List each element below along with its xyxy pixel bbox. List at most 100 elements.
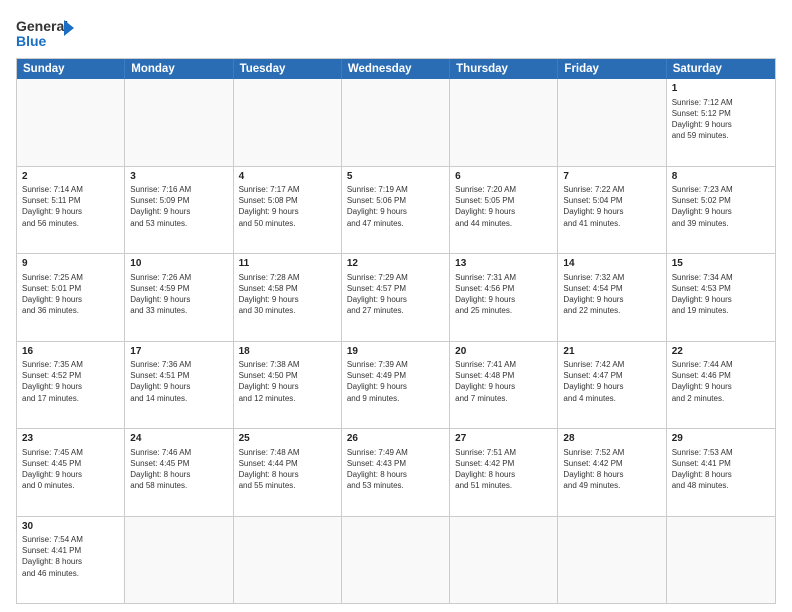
calendar-cell: 8Sunrise: 7:23 AM Sunset: 5:02 PM Daylig… <box>667 167 775 254</box>
day-info: Sunrise: 7:16 AM Sunset: 5:09 PM Dayligh… <box>130 184 227 229</box>
day-info: Sunrise: 7:23 AM Sunset: 5:02 PM Dayligh… <box>672 184 770 229</box>
calendar-cell <box>450 79 558 166</box>
day-number: 4 <box>239 170 336 184</box>
day-info: Sunrise: 7:49 AM Sunset: 4:43 PM Dayligh… <box>347 447 444 492</box>
calendar-cell: 19Sunrise: 7:39 AM Sunset: 4:49 PM Dayli… <box>342 342 450 429</box>
calendar-cell: 15Sunrise: 7:34 AM Sunset: 4:53 PM Dayli… <box>667 254 775 341</box>
calendar-row-3: 16Sunrise: 7:35 AM Sunset: 4:52 PM Dayli… <box>17 341 775 429</box>
calendar-cell: 22Sunrise: 7:44 AM Sunset: 4:46 PM Dayli… <box>667 342 775 429</box>
day-number: 19 <box>347 345 444 359</box>
calendar-header: SundayMondayTuesdayWednesdayThursdayFrid… <box>17 59 775 79</box>
day-info: Sunrise: 7:39 AM Sunset: 4:49 PM Dayligh… <box>347 359 444 404</box>
day-number: 29 <box>672 432 770 446</box>
day-info: Sunrise: 7:46 AM Sunset: 4:45 PM Dayligh… <box>130 447 227 492</box>
day-info: Sunrise: 7:41 AM Sunset: 4:48 PM Dayligh… <box>455 359 552 404</box>
calendar-cell: 16Sunrise: 7:35 AM Sunset: 4:52 PM Dayli… <box>17 342 125 429</box>
weekday-header-wednesday: Wednesday <box>342 59 450 79</box>
calendar-row-2: 9Sunrise: 7:25 AM Sunset: 5:01 PM Daylig… <box>17 253 775 341</box>
calendar-cell: 24Sunrise: 7:46 AM Sunset: 4:45 PM Dayli… <box>125 429 233 516</box>
day-info: Sunrise: 7:20 AM Sunset: 5:05 PM Dayligh… <box>455 184 552 229</box>
day-info: Sunrise: 7:35 AM Sunset: 4:52 PM Dayligh… <box>22 359 119 404</box>
calendar-cell <box>450 517 558 604</box>
calendar-cell: 10Sunrise: 7:26 AM Sunset: 4:59 PM Dayli… <box>125 254 233 341</box>
day-info: Sunrise: 7:45 AM Sunset: 4:45 PM Dayligh… <box>22 447 119 492</box>
calendar-cell <box>558 517 666 604</box>
generalblue-logo-icon: General Blue <box>16 16 76 52</box>
day-number: 20 <box>455 345 552 359</box>
calendar-cell: 18Sunrise: 7:38 AM Sunset: 4:50 PM Dayli… <box>234 342 342 429</box>
weekday-header-friday: Friday <box>558 59 666 79</box>
day-number: 24 <box>130 432 227 446</box>
calendar-cell: 5Sunrise: 7:19 AM Sunset: 5:06 PM Daylig… <box>342 167 450 254</box>
calendar-cell: 4Sunrise: 7:17 AM Sunset: 5:08 PM Daylig… <box>234 167 342 254</box>
day-number: 5 <box>347 170 444 184</box>
day-number: 22 <box>672 345 770 359</box>
calendar-cell: 28Sunrise: 7:52 AM Sunset: 4:42 PM Dayli… <box>558 429 666 516</box>
calendar-cell <box>125 517 233 604</box>
day-number: 10 <box>130 257 227 271</box>
calendar-cell <box>125 79 233 166</box>
calendar-cell <box>667 517 775 604</box>
calendar-cell: 30Sunrise: 7:54 AM Sunset: 4:41 PM Dayli… <box>17 517 125 604</box>
day-number: 21 <box>563 345 660 359</box>
day-number: 2 <box>22 170 119 184</box>
day-number: 13 <box>455 257 552 271</box>
calendar-cell: 21Sunrise: 7:42 AM Sunset: 4:47 PM Dayli… <box>558 342 666 429</box>
day-number: 3 <box>130 170 227 184</box>
day-info: Sunrise: 7:22 AM Sunset: 5:04 PM Dayligh… <box>563 184 660 229</box>
calendar-row-4: 23Sunrise: 7:45 AM Sunset: 4:45 PM Dayli… <box>17 428 775 516</box>
calendar-cell <box>234 517 342 604</box>
day-info: Sunrise: 7:44 AM Sunset: 4:46 PM Dayligh… <box>672 359 770 404</box>
calendar-cell: 14Sunrise: 7:32 AM Sunset: 4:54 PM Dayli… <box>558 254 666 341</box>
calendar-cell: 7Sunrise: 7:22 AM Sunset: 5:04 PM Daylig… <box>558 167 666 254</box>
calendar-cell: 9Sunrise: 7:25 AM Sunset: 5:01 PM Daylig… <box>17 254 125 341</box>
day-info: Sunrise: 7:34 AM Sunset: 4:53 PM Dayligh… <box>672 272 770 317</box>
calendar-cell: 20Sunrise: 7:41 AM Sunset: 4:48 PM Dayli… <box>450 342 558 429</box>
day-number: 6 <box>455 170 552 184</box>
page: General Blue SundayMondayTuesdayWednesda… <box>0 0 792 612</box>
day-info: Sunrise: 7:36 AM Sunset: 4:51 PM Dayligh… <box>130 359 227 404</box>
calendar-row-1: 2Sunrise: 7:14 AM Sunset: 5:11 PM Daylig… <box>17 166 775 254</box>
calendar-cell: 1Sunrise: 7:12 AM Sunset: 5:12 PM Daylig… <box>667 79 775 166</box>
day-info: Sunrise: 7:26 AM Sunset: 4:59 PM Dayligh… <box>130 272 227 317</box>
day-number: 17 <box>130 345 227 359</box>
calendar-cell: 12Sunrise: 7:29 AM Sunset: 4:57 PM Dayli… <box>342 254 450 341</box>
calendar: SundayMondayTuesdayWednesdayThursdayFrid… <box>16 58 776 604</box>
calendar-cell: 13Sunrise: 7:31 AM Sunset: 4:56 PM Dayli… <box>450 254 558 341</box>
calendar-row-5: 30Sunrise: 7:54 AM Sunset: 4:41 PM Dayli… <box>17 516 775 604</box>
day-number: 9 <box>22 257 119 271</box>
day-info: Sunrise: 7:52 AM Sunset: 4:42 PM Dayligh… <box>563 447 660 492</box>
weekday-header-monday: Monday <box>125 59 233 79</box>
calendar-row-0: 1Sunrise: 7:12 AM Sunset: 5:12 PM Daylig… <box>17 79 775 166</box>
svg-text:Blue: Blue <box>16 33 47 49</box>
calendar-cell: 2Sunrise: 7:14 AM Sunset: 5:11 PM Daylig… <box>17 167 125 254</box>
calendar-cell: 25Sunrise: 7:48 AM Sunset: 4:44 PM Dayli… <box>234 429 342 516</box>
day-info: Sunrise: 7:54 AM Sunset: 4:41 PM Dayligh… <box>22 534 119 579</box>
calendar-cell <box>17 79 125 166</box>
calendar-cell <box>558 79 666 166</box>
day-number: 25 <box>239 432 336 446</box>
day-number: 8 <box>672 170 770 184</box>
logo: General Blue <box>16 12 76 52</box>
day-number: 16 <box>22 345 119 359</box>
day-info: Sunrise: 7:29 AM Sunset: 4:57 PM Dayligh… <box>347 272 444 317</box>
calendar-cell <box>342 79 450 166</box>
day-info: Sunrise: 7:14 AM Sunset: 5:11 PM Dayligh… <box>22 184 119 229</box>
day-number: 27 <box>455 432 552 446</box>
day-number: 23 <box>22 432 119 446</box>
day-info: Sunrise: 7:48 AM Sunset: 4:44 PM Dayligh… <box>239 447 336 492</box>
day-info: Sunrise: 7:42 AM Sunset: 4:47 PM Dayligh… <box>563 359 660 404</box>
day-number: 12 <box>347 257 444 271</box>
day-info: Sunrise: 7:51 AM Sunset: 4:42 PM Dayligh… <box>455 447 552 492</box>
day-info: Sunrise: 7:38 AM Sunset: 4:50 PM Dayligh… <box>239 359 336 404</box>
calendar-cell: 6Sunrise: 7:20 AM Sunset: 5:05 PM Daylig… <box>450 167 558 254</box>
calendar-cell: 27Sunrise: 7:51 AM Sunset: 4:42 PM Dayli… <box>450 429 558 516</box>
day-number: 11 <box>239 257 336 271</box>
day-number: 28 <box>563 432 660 446</box>
weekday-header-tuesday: Tuesday <box>234 59 342 79</box>
weekday-header-sunday: Sunday <box>17 59 125 79</box>
day-info: Sunrise: 7:19 AM Sunset: 5:06 PM Dayligh… <box>347 184 444 229</box>
day-info: Sunrise: 7:32 AM Sunset: 4:54 PM Dayligh… <box>563 272 660 317</box>
weekday-header-thursday: Thursday <box>450 59 558 79</box>
day-number: 7 <box>563 170 660 184</box>
